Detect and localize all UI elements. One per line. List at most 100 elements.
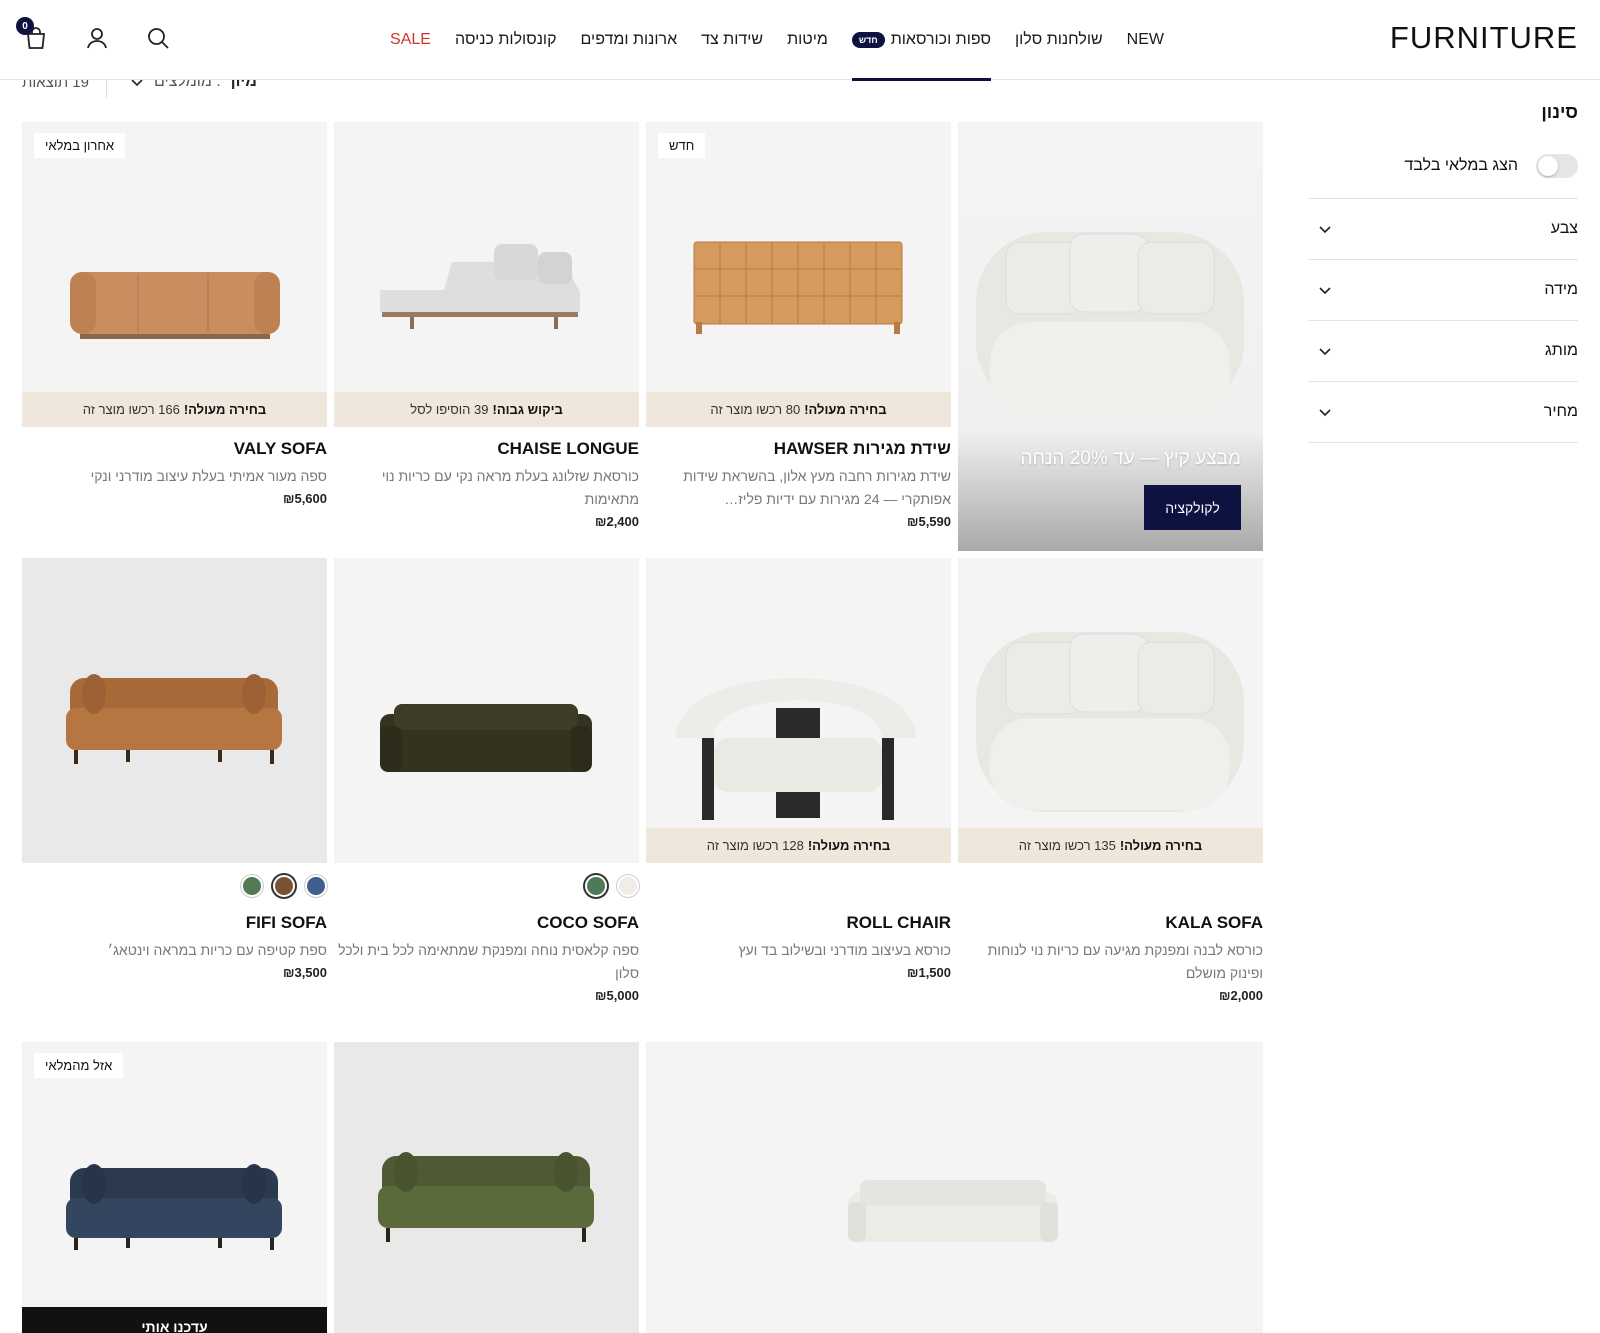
nav-label: מיטות bbox=[787, 31, 828, 48]
product-image[interactable]: אחרון במלאי בחירה מעולה! 166 רכשו מוצר זה bbox=[22, 122, 327, 427]
swatch-green[interactable] bbox=[585, 875, 607, 897]
product-image[interactable]: אזל מהמלאי עדכנו אותי bbox=[22, 1042, 327, 1333]
product-name[interactable]: KALA SOFA bbox=[958, 913, 1263, 933]
chaise-longue-image bbox=[380, 244, 580, 329]
facet-brand[interactable]: מותג bbox=[1308, 321, 1578, 382]
dresser-image bbox=[693, 241, 903, 334]
navy-velvet-sofa-image bbox=[66, 1164, 282, 1250]
product-card-chaise-longue[interactable]: ביקוש גבוה! 39 הוסיפו לסל CHAISE LONGUE כ… bbox=[334, 122, 639, 529]
facet-size[interactable]: מידה bbox=[1308, 260, 1578, 321]
product-name[interactable]: VALY SOFA bbox=[22, 439, 327, 459]
product-name[interactable]: COCO SOFA bbox=[334, 913, 639, 933]
nav-item-new[interactable]: NEW bbox=[1127, 0, 1164, 80]
facet-price[interactable]: מחיר bbox=[1308, 382, 1578, 443]
social-proof-strip: בחירה מעולה! 135 רכשו מוצר זה bbox=[958, 828, 1263, 863]
color-swatches bbox=[334, 875, 639, 901]
product-image[interactable]: חדש בחירה מעולה! 80 רכשו מוצר זה bbox=[646, 122, 951, 427]
product-description: כורסאת שזלונג בעלת מראה נקי עם כריות נוי… bbox=[381, 468, 639, 507]
green-velvet-sofa-image bbox=[378, 1152, 594, 1242]
nav-item-consoles[interactable]: קונסולות כניסה bbox=[455, 0, 557, 80]
account-button[interactable] bbox=[83, 24, 111, 52]
nav-label: NEW bbox=[1126, 31, 1164, 48]
nav-item-beds[interactable]: מיטות bbox=[787, 0, 828, 80]
product-name[interactable]: ROLL CHAIR bbox=[646, 913, 951, 933]
chevron-down-icon bbox=[1319, 287, 1331, 295]
filter-facets: צבע מידה מותג מחיר bbox=[1308, 198, 1578, 443]
product-price: ₪5,000 bbox=[594, 988, 639, 1003]
boucle-chair-image bbox=[676, 678, 916, 820]
product-image[interactable] bbox=[22, 558, 327, 863]
nav-label: ספות וכורסאות bbox=[890, 31, 991, 48]
new-badge: חדש bbox=[851, 32, 885, 48]
nav-item-sofas[interactable]: ספות וכורסאות חדש bbox=[851, 0, 992, 81]
chevron-down-icon bbox=[1319, 409, 1331, 417]
site-logo[interactable]: FURNITURE bbox=[1390, 20, 1578, 56]
product-name[interactable]: CHAISE LONGUE bbox=[334, 439, 639, 459]
swatch-row-empty bbox=[646, 875, 951, 901]
strip-text: 80 רכשו מוצר זה bbox=[710, 402, 801, 417]
product-card-green-velvet-sofa[interactable] bbox=[334, 1042, 639, 1333]
strip-highlight: בחירה מעולה! bbox=[807, 838, 891, 853]
product-image[interactable] bbox=[334, 558, 639, 863]
swatch-cream[interactable] bbox=[617, 875, 639, 897]
product-name[interactable]: FIFI SOFA bbox=[22, 913, 327, 933]
product-description: ספת קטיפה עם כריות במראה וינטאג׳ bbox=[107, 942, 327, 958]
promo-text: מבצע קיץ — עד 20% הנחה bbox=[1020, 448, 1241, 469]
product-price: ₪3,500 bbox=[282, 965, 327, 980]
product-card-valy-sofa[interactable]: אחרון במלאי בחירה מעולה! 166 רכשו מוצר זה… bbox=[22, 122, 327, 506]
white-armchair-image bbox=[976, 632, 1244, 812]
strip-highlight: בחירה מעולה! bbox=[804, 402, 887, 417]
nav-label: שולחנות סלון bbox=[1014, 31, 1103, 48]
product-card-white-sofa[interactable] bbox=[646, 1042, 1263, 1333]
nav-item-cabinets[interactable]: ארונות ומדפים bbox=[581, 0, 678, 80]
chevron-down-icon bbox=[1319, 226, 1331, 234]
strip-highlight: בחירה מעולה! bbox=[183, 402, 267, 417]
strip-text: 128 רכשו מוצר זה bbox=[706, 838, 804, 853]
toggle-knob bbox=[1538, 156, 1558, 176]
product-price: ₪5,590 bbox=[906, 514, 951, 529]
product-card-blue-sofa[interactable]: אזל מהמלאי עדכנו אותי bbox=[22, 1042, 327, 1333]
cart-button[interactable]: 0 bbox=[16, 17, 50, 52]
white-armchair-image bbox=[976, 232, 1244, 417]
facet-color[interactable]: צבע bbox=[1308, 199, 1578, 260]
last-in-stock-tag: אחרון במלאי bbox=[34, 133, 126, 158]
search-icon bbox=[148, 28, 169, 49]
product-image[interactable]: ביקוש גבוה! 39 הוסיפו לסל bbox=[334, 122, 639, 427]
nav-label: SALE bbox=[390, 31, 431, 48]
product-card-coco-sofa[interactable]: COCO SOFA ספה קלאסית נוחה ומפנקת שמתאימה… bbox=[334, 558, 639, 1003]
nav-item-coffee-tables[interactable]: שולחנות סלון bbox=[1015, 0, 1103, 80]
swatch-row-empty bbox=[958, 875, 1263, 901]
white-sofa-image bbox=[848, 1180, 1058, 1242]
product-card-hawser[interactable]: חדש בחירה מעולה! 80 רכשו מוצר זה שידת מגי… bbox=[646, 122, 951, 529]
product-card-roll-chair[interactable]: בחירה מעולה! 128 רכשו מוצר זה ROLL CHAIR … bbox=[646, 558, 951, 980]
notify-me-button[interactable]: עדכנו אותי bbox=[22, 1307, 327, 1333]
nav-item-side-tables[interactable]: שידות צד bbox=[701, 0, 763, 80]
product-card-kala-sofa[interactable]: בחירה מעולה! 135 רכשו מוצר זה KALA SOFA כ… bbox=[958, 558, 1263, 1003]
product-price: ₪2,000 bbox=[1218, 988, 1263, 1003]
social-proof-strip: ביקוש גבוה! 39 הוסיפו לסל bbox=[334, 392, 639, 427]
search-button[interactable] bbox=[144, 24, 172, 52]
swatch-brown[interactable] bbox=[273, 875, 295, 897]
in-stock-toggle[interactable] bbox=[1536, 154, 1578, 178]
product-image[interactable]: בחירה מעולה! 135 רכשו מוצר זה bbox=[958, 558, 1263, 863]
nav-item-sale[interactable]: SALE bbox=[390, 0, 431, 80]
product-image[interactable]: בחירה מעולה! 128 רכשו מוצר זה bbox=[646, 558, 951, 863]
swatch-green[interactable] bbox=[241, 875, 263, 897]
promo-tile[interactable]: מבצע קיץ — עד 20% הנחה לקולקציה bbox=[958, 122, 1263, 551]
product-description: ספה מעור אמיתי בעלת עיצוב מודרני ונקי bbox=[90, 468, 327, 484]
facet-label: צבע bbox=[1550, 220, 1578, 237]
product-image[interactable] bbox=[646, 1042, 1263, 1333]
product-card-fifi-sofa[interactable]: FIFI SOFA ספת קטיפה עם כריות במראה וינטא… bbox=[22, 558, 327, 980]
product-image[interactable] bbox=[334, 1042, 639, 1333]
strip-highlight: ביקוש גבוה! bbox=[492, 402, 563, 417]
strip-highlight: בחירה מעולה! bbox=[1119, 838, 1203, 853]
promo-collection-button[interactable]: לקולקציה bbox=[1144, 485, 1241, 530]
cart-count-badge: 0 bbox=[16, 17, 34, 35]
social-proof-strip: בחירה מעולה! 128 רכשו מוצר זה bbox=[646, 828, 951, 863]
swatch-blue[interactable] bbox=[305, 875, 327, 897]
facet-label: מותג bbox=[1545, 342, 1578, 359]
main-nav: NEW שולחנות סלון ספות וכורסאות חדש מיטות … bbox=[390, 0, 1164, 81]
user-icon bbox=[87, 28, 107, 49]
social-proof-strip: בחירה מעולה! 166 רכשו מוצר זה bbox=[22, 392, 327, 427]
product-name[interactable]: שידת מגירות HAWSER bbox=[646, 439, 951, 459]
